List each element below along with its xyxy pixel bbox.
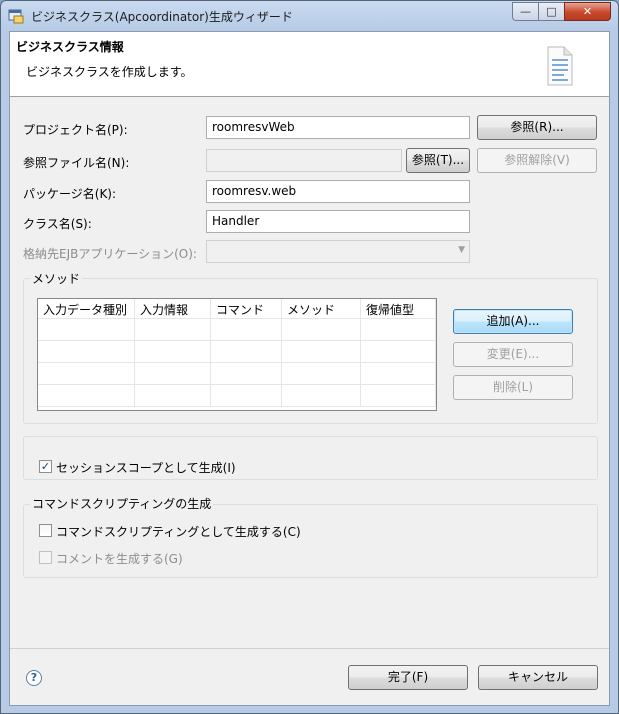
- column-header[interactable]: コマンド: [211, 299, 282, 319]
- edit-method-button[interactable]: 変更(E)...: [453, 342, 573, 367]
- ref-file-browse-button[interactable]: 参照(T)...: [406, 148, 470, 173]
- window-title: ビジネスクラス(Apcoordinator)生成ウィザード: [31, 10, 293, 24]
- session-scope-checkbox[interactable]: ✓: [39, 460, 52, 473]
- wizard-window: ビジネスクラス(Apcoordinator)生成ウィザード — □ ✕ ビジネス…: [0, 0, 619, 714]
- column-header[interactable]: メソッド: [282, 299, 361, 319]
- dropdown-arrow-icon: ▼: [458, 245, 465, 255]
- session-scope-label: セッションスコープとして生成(I): [56, 461, 236, 475]
- header-description: ビジネスクラスを作成します。: [26, 65, 193, 79]
- footer-separator: [10, 648, 609, 649]
- methods-table-header: 入力データ種別 入力情報 コマンド メソッド 復帰値型: [38, 299, 436, 319]
- command-scripting-label: コマンドスクリプティングとして生成する(C): [56, 525, 301, 539]
- table-row: [38, 319, 436, 341]
- methods-table[interactable]: 入力データ種別 入力情報 コマンド メソッド 復帰値型: [37, 298, 437, 411]
- command-scripting-checkbox[interactable]: [39, 524, 52, 537]
- project-name-label: プロジェクト名(P):: [23, 123, 128, 137]
- ejb-application-label: 格納先EJBアプリケーション(O):: [23, 247, 197, 261]
- help-icon[interactable]: ?: [26, 670, 42, 686]
- project-browse-button[interactable]: 参照(R)...: [477, 115, 597, 140]
- package-name-input[interactable]: roomresv.web: [206, 180, 470, 203]
- column-header[interactable]: 復帰値型: [361, 299, 436, 319]
- generate-comment-label: コメントを生成する(G): [56, 552, 183, 566]
- column-header[interactable]: 入力情報: [135, 299, 211, 319]
- command-scripting-group-title: コマンドスクリプティングの生成: [30, 495, 214, 512]
- package-name-label: パッケージ名(K):: [23, 187, 117, 201]
- title-bar[interactable]: ビジネスクラス(Apcoordinator)生成ウィザード — □ ✕: [1, 1, 618, 31]
- header-title: ビジネスクラス情報: [16, 40, 124, 54]
- close-button[interactable]: ✕: [564, 2, 611, 21]
- ref-file-input[interactable]: [206, 149, 402, 172]
- wizard-header: ビジネスクラス情報 ビジネスクラスを作成します。: [10, 32, 609, 97]
- finish-button[interactable]: 完了(F): [348, 665, 468, 690]
- ejb-application-combo[interactable]: ▼: [206, 240, 470, 263]
- dialog-client-area: ビジネスクラス情報 ビジネスクラスを作成します。 プロジェクト名(P): roo…: [9, 31, 610, 706]
- class-name-label: クラス名(S):: [23, 217, 92, 231]
- app-icon: [8, 9, 24, 24]
- ref-file-label: 参照ファイル名(N):: [23, 156, 130, 170]
- ref-file-clear-button[interactable]: 参照解除(V): [477, 148, 597, 173]
- project-name-input[interactable]: roomresvWeb: [206, 116, 470, 139]
- maximize-button[interactable]: □: [538, 2, 565, 21]
- methods-group-title: メソッド: [30, 270, 83, 287]
- generate-comment-checkbox[interactable]: [39, 551, 52, 564]
- class-name-input[interactable]: Handler: [206, 210, 470, 233]
- table-row: [38, 385, 436, 407]
- column-header[interactable]: 入力データ種別: [38, 299, 135, 319]
- add-method-button[interactable]: 追加(A)...: [453, 309, 573, 334]
- delete-method-button[interactable]: 削除(L): [453, 375, 573, 400]
- cancel-button[interactable]: キャンセル: [478, 665, 598, 690]
- table-row: [38, 341, 436, 363]
- table-row: [38, 363, 436, 385]
- minimize-button[interactable]: —: [512, 2, 539, 21]
- document-icon: [547, 46, 573, 86]
